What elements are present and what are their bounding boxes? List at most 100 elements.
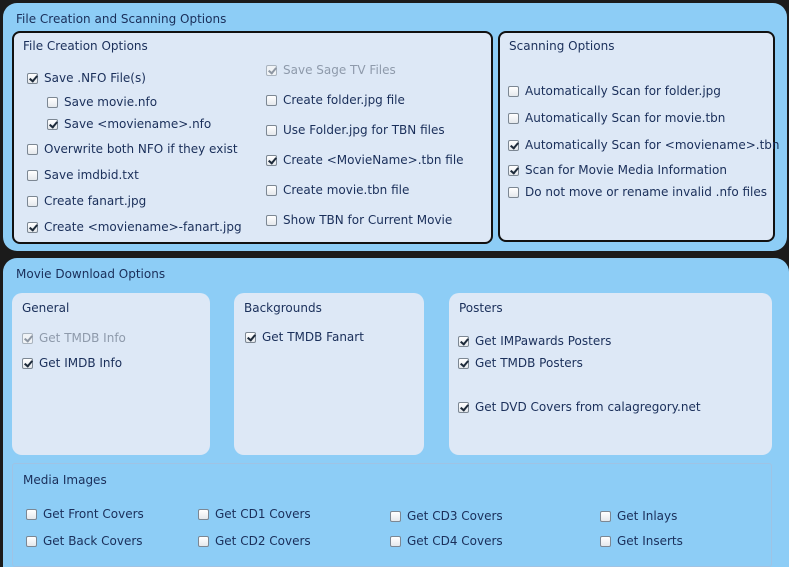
save-nfo-check-icon[interactable] [27,72,38,84]
scan-folder-jpg-check-icon[interactable] [508,85,519,97]
get-inserts-check-icon[interactable] [600,535,611,547]
get-cd4-covers-check-icon[interactable] [390,535,401,547]
get-front-covers-checkbox[interactable]: Get Front Covers [26,507,144,521]
backgrounds-group: Backgrounds Get TMDB Fanart [234,293,424,455]
save-nfo-label: Save .NFO File(s) [44,71,146,85]
save-sage-tv-checkbox[interactable]: Save Sage TV Files [266,63,396,77]
get-cd1-covers-label: Get CD1 Covers [215,507,311,521]
save-moviename-nfo-label: Save <moviename>.nfo [64,117,212,131]
create-folder-jpg-label: Create folder.jpg file [283,93,405,107]
scan-media-info-check-icon[interactable] [508,164,519,176]
get-dvd-covers-check-icon[interactable] [458,401,469,413]
get-tmdb-fanart-check-icon[interactable] [245,331,256,343]
create-movie-tbn-checkbox[interactable]: Create movie.tbn file [266,183,409,197]
get-imdb-info-check-icon[interactable] [22,357,33,369]
scan-media-info-checkbox[interactable]: Scan for Movie Media Information [508,163,727,177]
file-creation-scanning-panel: File Creation and Scanning Options File … [3,3,787,251]
get-tmdb-fanart-checkbox[interactable]: Get TMDB Fanart [245,330,364,344]
scan-movie-tbn-check-icon[interactable] [508,112,519,124]
get-cd3-covers-label: Get CD3 Covers [407,509,503,523]
get-cd3-covers-check-icon[interactable] [390,510,401,522]
get-inserts-checkbox[interactable]: Get Inserts [600,534,683,548]
get-tmdb-posters-checkbox[interactable]: Get TMDB Posters [458,356,583,370]
scan-moviename-tbn-checkbox[interactable]: Automatically Scan for <moviename>.tbn [508,138,780,152]
get-inlays-label: Get Inlays [617,509,678,523]
get-cd4-covers-label: Get CD4 Covers [407,534,503,548]
no-rename-invalid-label: Do not move or rename invalid .nfo files [525,185,768,199]
get-tmdb-info-checkbox[interactable]: Get TMDB Info [22,331,126,345]
get-back-covers-check-icon[interactable] [26,535,37,547]
get-dvd-covers-label: Get DVD Covers from calagregory.net [475,400,701,414]
backgrounds-title: Backgrounds [244,301,322,315]
get-tmdb-posters-label: Get TMDB Posters [475,356,583,370]
create-fanart-check-icon[interactable] [27,195,38,207]
save-imdbid-checkbox[interactable]: Save imdbid.txt [27,168,139,182]
create-fanart-label: Create fanart.jpg [44,194,147,208]
media-images-group: Media Images Get Front Covers Get Back C… [12,463,772,567]
get-inlays-check-icon[interactable] [600,510,611,522]
scan-folder-jpg-checkbox[interactable]: Automatically Scan for folder.jpg [508,84,721,98]
create-movie-tbn-check-icon[interactable] [266,184,277,196]
create-moviename-tbn-checkbox[interactable]: Create <MovieName>.tbn file [266,153,464,167]
use-folder-jpg-check-icon[interactable] [266,124,277,136]
create-folder-jpg-checkbox[interactable]: Create folder.jpg file [266,93,405,107]
get-cd2-covers-check-icon[interactable] [198,535,209,547]
get-inlays-checkbox[interactable]: Get Inlays [600,509,677,523]
get-back-covers-label: Get Back Covers [43,534,143,548]
general-group: General Get TMDB Info Get IMDB Info [12,293,210,455]
create-fanart-checkbox[interactable]: Create fanart.jpg [27,194,146,208]
get-impawards-posters-check-icon[interactable] [458,335,469,347]
show-tbn-check-icon[interactable] [266,214,277,226]
scan-media-info-label: Scan for Movie Media Information [525,163,727,177]
get-impawards-posters-label: Get IMPawards Posters [475,334,612,348]
create-moviename-fanart-label: Create <moviename>-fanart.jpg [44,220,242,234]
scan-moviename-tbn-label: Automatically Scan for <moviename>.tbn [525,138,780,152]
create-folder-jpg-check-icon[interactable] [266,94,277,106]
show-tbn-label: Show TBN for Current Movie [283,213,453,227]
get-cd3-covers-checkbox[interactable]: Get CD3 Covers [390,509,503,523]
save-sage-tv-label: Save Sage TV Files [283,63,396,77]
create-moviename-tbn-label: Create <MovieName>.tbn file [283,153,464,167]
movie-download-panel: Movie Download Options General Get TMDB … [3,258,789,567]
get-back-covers-checkbox[interactable]: Get Back Covers [26,534,143,548]
file-creation-options-group: File Creation Options Save .NFO File(s) … [12,31,493,244]
no-rename-invalid-check-icon[interactable] [508,186,519,198]
get-tmdb-info-check-icon[interactable] [22,332,33,344]
get-dvd-covers-checkbox[interactable]: Get DVD Covers from calagregory.net [458,400,701,414]
overwrite-nfo-checkbox[interactable]: Overwrite both NFO if they exist [27,142,238,156]
save-sage-tv-check-icon[interactable] [266,64,277,76]
movie-download-title: Movie Download Options [16,267,166,281]
get-front-covers-check-icon[interactable] [26,508,37,520]
save-nfo-checkbox[interactable]: Save .NFO File(s) [27,71,146,85]
scan-movie-tbn-checkbox[interactable]: Automatically Scan for movie.tbn [508,111,725,125]
scan-moviename-tbn-check-icon[interactable] [508,139,519,151]
file-creation-options-title: File Creation Options [23,39,148,53]
use-folder-jpg-checkbox[interactable]: Use Folder.jpg for TBN files [266,123,445,137]
overwrite-nfo-check-icon[interactable] [27,143,38,155]
no-rename-invalid-checkbox[interactable]: Do not move or rename invalid .nfo files [508,185,767,199]
get-tmdb-posters-check-icon[interactable] [458,357,469,369]
get-cd2-covers-label: Get CD2 Covers [215,534,311,548]
general-title: General [22,301,70,315]
save-imdbid-label: Save imdbid.txt [44,168,139,182]
scanning-options-group: Scanning Options Automatically Scan for … [498,31,780,242]
save-movie-nfo-check-icon[interactable] [47,96,58,108]
create-moviename-fanart-check-icon[interactable] [27,221,38,233]
scanning-options-title: Scanning Options [509,39,615,53]
save-imdbid-check-icon[interactable] [27,169,38,181]
save-movie-nfo-checkbox[interactable]: Save movie.nfo [47,95,157,109]
create-moviename-fanart-checkbox[interactable]: Create <moviename>-fanart.jpg [27,220,242,234]
get-tmdb-info-label: Get TMDB Info [39,331,126,345]
get-cd1-covers-checkbox[interactable]: Get CD1 Covers [198,507,311,521]
save-moviename-nfo-checkbox[interactable]: Save <moviename>.nfo [47,117,211,131]
show-tbn-checkbox[interactable]: Show TBN for Current Movie [266,213,452,227]
save-moviename-nfo-check-icon[interactable] [47,118,58,130]
get-cd1-covers-check-icon[interactable] [198,508,209,520]
create-moviename-tbn-check-icon[interactable] [266,154,277,166]
get-imdb-info-checkbox[interactable]: Get IMDB Info [22,356,122,370]
get-impawards-posters-checkbox[interactable]: Get IMPawards Posters [458,334,611,348]
get-cd2-covers-checkbox[interactable]: Get CD2 Covers [198,534,311,548]
scan-folder-jpg-label: Automatically Scan for folder.jpg [525,84,721,98]
get-front-covers-label: Get Front Covers [43,507,144,521]
get-cd4-covers-checkbox[interactable]: Get CD4 Covers [390,534,503,548]
